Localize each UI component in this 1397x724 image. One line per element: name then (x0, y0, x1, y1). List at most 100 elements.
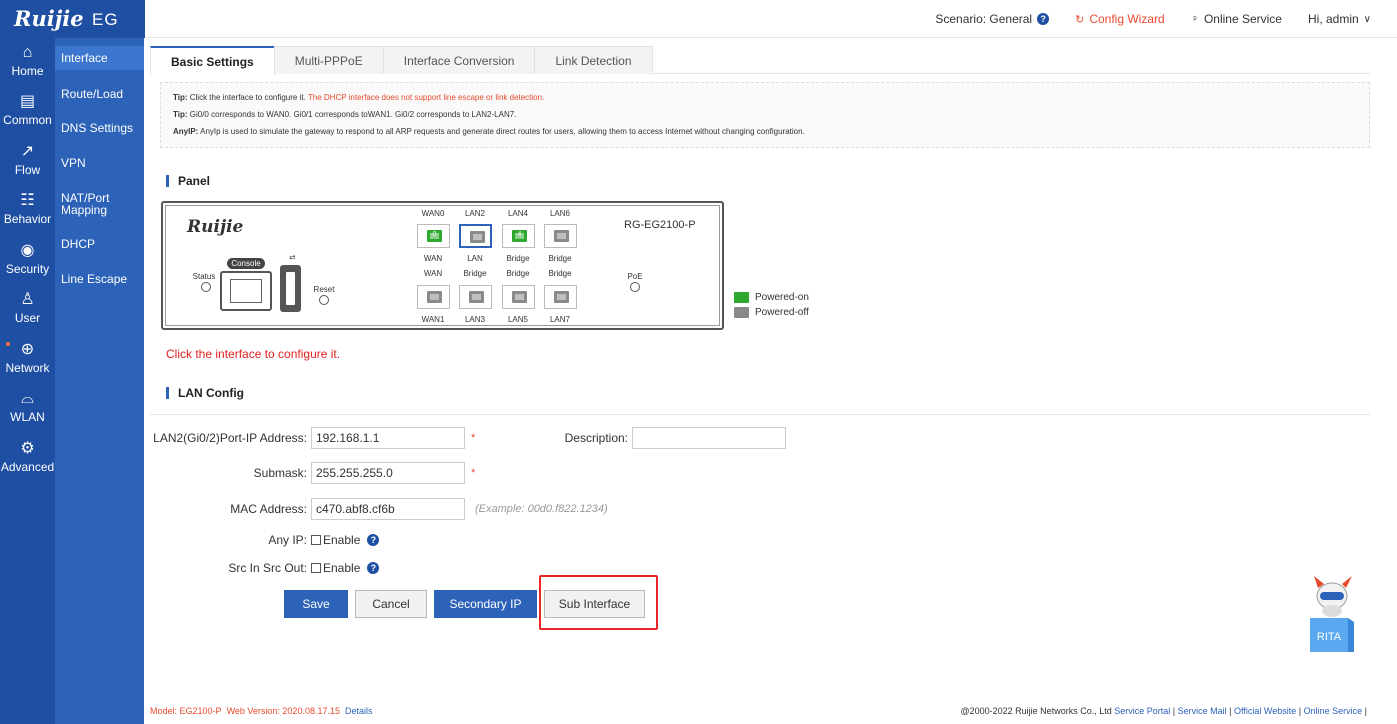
poe-label: PoE (627, 272, 643, 281)
subnav-dns-settings[interactable]: DNS Settings (55, 122, 144, 134)
tab-multi-pppoe[interactable]: Multi-PPPoE (273, 46, 384, 74)
config-wizard-link[interactable]: ↻ Config Wizard (1075, 12, 1165, 26)
scenario-selector[interactable]: Scenario: General ? (935, 12, 1050, 26)
description-input[interactable] (632, 427, 786, 449)
subnav-line-escape[interactable]: Line Escape (55, 273, 144, 285)
port-mode-lan3: Bridge (463, 269, 487, 278)
nav-flow[interactable]: ↗ Flow (0, 141, 55, 189)
tab-interface-conversion[interactable]: Interface Conversion (382, 46, 536, 74)
port-name-lan3: LAN3 (464, 315, 485, 324)
shield-icon: ◉ (20, 242, 35, 259)
nav-label: Home (11, 64, 44, 78)
panel-logo: Ruijie (187, 217, 244, 237)
anyip-enable-label: Enable (323, 533, 361, 547)
nav-label: Advanced (0, 460, 55, 474)
nav-label: Security (5, 262, 50, 276)
port-lan4[interactable]: 4 (502, 224, 535, 248)
highlight-box (539, 575, 658, 630)
ip-input[interactable] (311, 427, 465, 449)
cancel-button[interactable]: Cancel (355, 590, 427, 618)
nav-label: User (14, 311, 41, 325)
submask-input[interactable] (311, 462, 465, 484)
online-service-label: Online Service (1203, 12, 1282, 26)
save-button[interactable]: Save (284, 590, 348, 618)
port-name-lan4: LAN4 (507, 209, 528, 218)
status-label: Status (192, 272, 216, 281)
port-lan2[interactable] (459, 224, 492, 248)
subnav-vpn[interactable]: VPN (55, 157, 144, 169)
mac-input[interactable] (311, 498, 465, 520)
srcin-help-icon[interactable]: ? (367, 562, 380, 574)
console-label: Console (227, 258, 265, 269)
nav-wlan[interactable]: ⌓ WLAN (0, 388, 55, 436)
top-right-menu: Scenario: General ? ↻ Config Wizard ♀ On… (935, 0, 1371, 38)
anyip-help-icon[interactable]: ? (367, 534, 380, 546)
online-service-link[interactable]: ♀ Online Service (1191, 12, 1282, 26)
reset-label: Reset (313, 285, 335, 294)
nav-common[interactable]: ▤ Common (0, 91, 55, 139)
tab-basic-settings[interactable]: Basic Settings (150, 46, 275, 75)
port-name-lan2: LAN2 (464, 209, 485, 218)
nav-network[interactable]: ⊕ Network (0, 339, 55, 387)
port-lan7[interactable] (544, 285, 577, 309)
subnav-nat-port-mapping[interactable]: NAT/Port Mapping (55, 192, 115, 216)
nav-security[interactable]: ◉ Security (0, 240, 55, 288)
official-website-link[interactable]: Official Website (1234, 706, 1296, 716)
port-name-wan0: WAN0 (421, 209, 445, 218)
port-wan0[interactable]: 0 (417, 224, 450, 248)
secondary-ip-button[interactable]: Secondary IP (434, 590, 537, 618)
nav-label: WLAN (10, 410, 45, 424)
nav-user[interactable]: ♙ User (0, 289, 55, 337)
copyright: @2000-2022 Ruijie Networks Co., Ltd (960, 706, 1112, 716)
user-greeting: Hi, admin (1307, 12, 1359, 26)
anyip-checkbox[interactable] (311, 535, 321, 545)
description-row: Description: (550, 427, 786, 449)
status-led (201, 282, 211, 292)
port-lan3[interactable] (459, 285, 492, 309)
service-mail-link[interactable]: Service Mail (1178, 706, 1227, 716)
home-icon: ⌂ (22, 44, 33, 61)
service-portal-link[interactable]: Service Portal (1114, 706, 1170, 716)
rita-label: RITA (1317, 631, 1342, 643)
port-name-lan5: LAN5 (507, 315, 528, 324)
tip-line-3: AnyIP: AnyIp is used to simulate the gat… (173, 127, 805, 136)
mac-label: MAC Address: (230, 502, 307, 516)
port-mode-lan2: LAN (467, 254, 483, 263)
srcin-row: Src In Src Out: Enable ? (150, 557, 380, 579)
nav-home[interactable]: ⌂ Home (0, 42, 55, 90)
help-icon[interactable]: ? (1037, 13, 1050, 25)
port-wan1[interactable] (417, 285, 450, 309)
anyip-label: Any IP: (268, 533, 307, 547)
tab-link-detection[interactable]: Link Detection (534, 46, 653, 74)
usb-port (280, 265, 301, 312)
ip-row: LAN2(Gi0/2)Port-IP Address: * (150, 427, 475, 449)
user-icon: ♙ (20, 291, 35, 308)
footer-right: @2000-2022 Ruijie Networks Co., Ltd Serv… (960, 706, 1368, 716)
srcin-checkbox[interactable] (311, 563, 321, 573)
details-link[interactable]: Details (345, 706, 373, 716)
port-lan5[interactable] (502, 285, 535, 309)
port-name-wan1: WAN1 (421, 315, 445, 324)
port-mode-lan4: Bridge (506, 254, 530, 263)
nav-behavior[interactable]: ☷ Behavior (0, 190, 55, 238)
subnav-interface[interactable]: Interface (55, 46, 144, 70)
nav-advanced[interactable]: ⚙ Advanced (0, 438, 55, 486)
online-service-footer-link[interactable]: Online Service (1304, 706, 1363, 716)
click-hint: Click the interface to configure it. (166, 347, 341, 361)
scenario-label: Scenario: General (935, 12, 1033, 26)
srcin-enable-label: Enable (323, 561, 361, 575)
mac-example: (Example: 00d0.f822.1234) (475, 503, 608, 515)
subnav-dhcp[interactable]: DHCP (55, 238, 144, 250)
rita-assistant[interactable]: RITA (1306, 574, 1358, 652)
briefcase-icon: ▤ (19, 93, 36, 110)
subnav-route-load[interactable]: Route/Load (55, 88, 144, 100)
mac-row: MAC Address: (Example: 00d0.f822.1234) (150, 498, 608, 520)
lan-config-title: LAN Config (166, 387, 244, 399)
legend-powered-off: Powered-off (734, 307, 809, 318)
port-mode-wan1: WAN (423, 269, 443, 278)
footer-left: Model: EG2100-P Web Version: 2020.08.17.… (150, 704, 373, 718)
brand[interactable]: Ruijie EG (0, 0, 145, 38)
port-lan6[interactable] (544, 224, 577, 248)
user-menu[interactable]: Hi, admin ∨ (1308, 12, 1371, 26)
ruijie-logo: Ruijie (14, 6, 84, 31)
